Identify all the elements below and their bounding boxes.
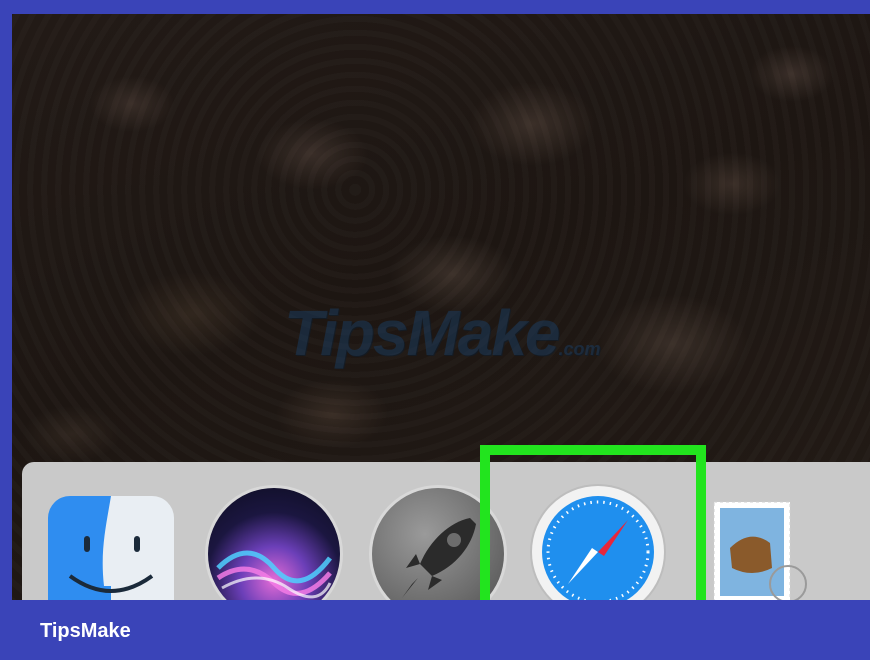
watermark-domain: .com: [558, 339, 601, 359]
watermark: TipsMake.com: [284, 296, 601, 370]
watermark-text: TipsMake: [284, 297, 560, 369]
safari-highlight-box: [480, 445, 706, 605]
footer-bar: TipsMake: [0, 600, 870, 660]
dock: [22, 462, 870, 622]
mail-icon[interactable]: [710, 498, 820, 608]
brand-label: TipsMake: [40, 620, 131, 642]
